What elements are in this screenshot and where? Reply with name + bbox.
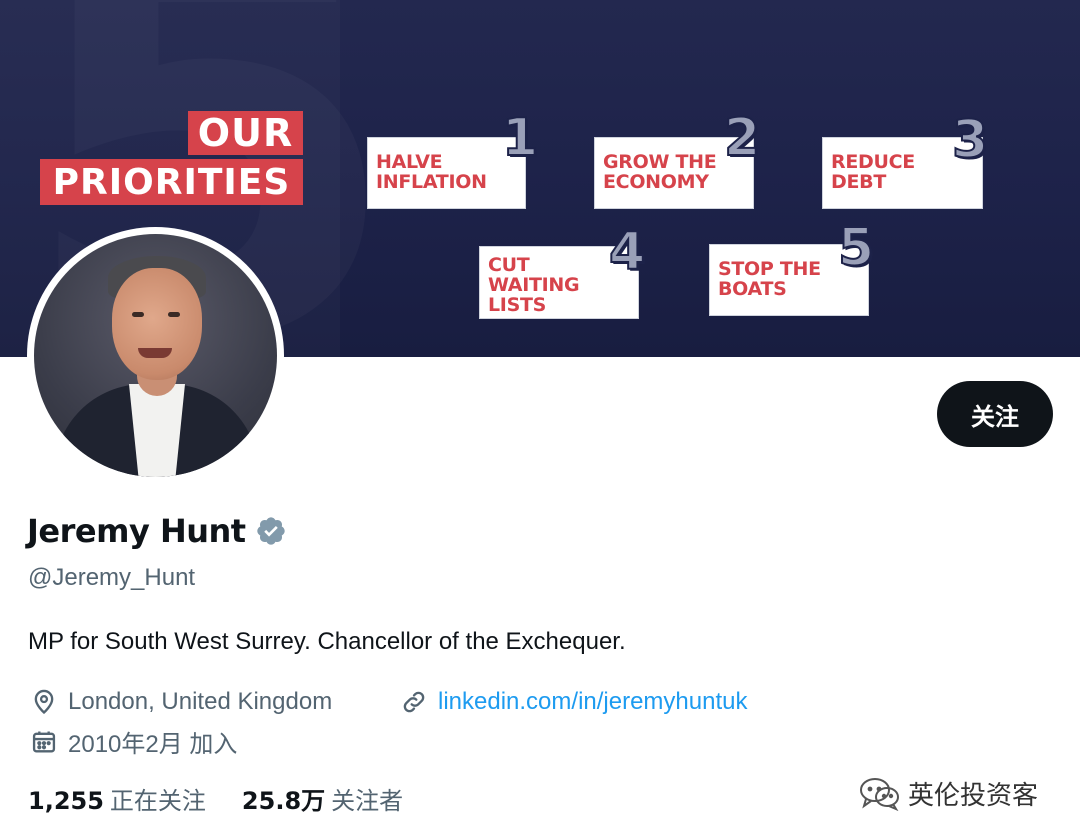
avatar-shirt (129, 384, 185, 477)
avatar-face (112, 268, 202, 380)
priority-number-2: 2 (723, 108, 761, 168)
following-label: 正在关注 (109, 788, 206, 815)
priority-card-text: GROW THE ECONOMY (603, 151, 717, 193)
calendar-icon (30, 728, 58, 756)
banner-title-priorities: PRIORITIES (40, 159, 303, 205)
wechat-watermark: 英伦投资客 (858, 775, 1038, 812)
avatar-eye (132, 312, 144, 317)
joined-text: 2010年2月 加入 (68, 731, 238, 758)
profile-joined: 2010年2月 加入 (30, 724, 237, 759)
profile-handle: @Jeremy_Hunt (28, 564, 196, 591)
followers-count: 25.8万 (241, 787, 326, 815)
link-icon (400, 688, 428, 716)
priority-card-text: STOP THE BOATS (718, 258, 821, 300)
priority-card-text: CUT WAITING LISTS (488, 254, 580, 316)
priority-number-1: 1 (501, 108, 539, 168)
avatar-mouth (138, 348, 172, 358)
watermark-text: 英伦投资客 (908, 780, 1039, 810)
display-name: Jeremy Hunt (27, 512, 246, 550)
priority-number-3: 3 (951, 110, 989, 170)
followers-label: 关注者 (331, 788, 404, 815)
priority-card-text: REDUCE DEBT (831, 151, 915, 193)
profile-location: London, United Kingdom (30, 688, 332, 716)
name-row: Jeremy Hunt (27, 512, 287, 550)
avatar-eye (168, 312, 180, 317)
location-text: London, United Kingdom (68, 688, 333, 715)
verified-badge-icon[interactable] (255, 515, 287, 547)
followers-stat[interactable]: 25.8万 关注者 (242, 781, 403, 816)
following-count: 1,255 (28, 787, 104, 815)
priority-number-5: 5 (837, 218, 875, 278)
profile-website[interactable]: linkedin.com/in/jeremyhuntuk (400, 688, 747, 716)
profile-avatar[interactable] (27, 227, 284, 484)
follow-button[interactable]: 关注 (937, 381, 1053, 447)
priority-card-text: HALVE INFLATION (376, 151, 487, 193)
following-stat[interactable]: 1,255 正在关注 (28, 781, 206, 816)
location-pin-icon (30, 688, 58, 716)
wechat-icon (858, 776, 902, 812)
profile-bio: MP for South West Surrey. Chancellor of … (28, 628, 626, 655)
priority-number-4: 4 (608, 222, 646, 282)
avatar-photo (34, 234, 277, 477)
banner-title-our: OUR (188, 111, 303, 155)
profile-stats: 1,255 正在关注 25.8万 关注者 (28, 781, 439, 816)
website-link[interactable]: linkedin.com/in/jeremyhuntuk (438, 688, 747, 716)
